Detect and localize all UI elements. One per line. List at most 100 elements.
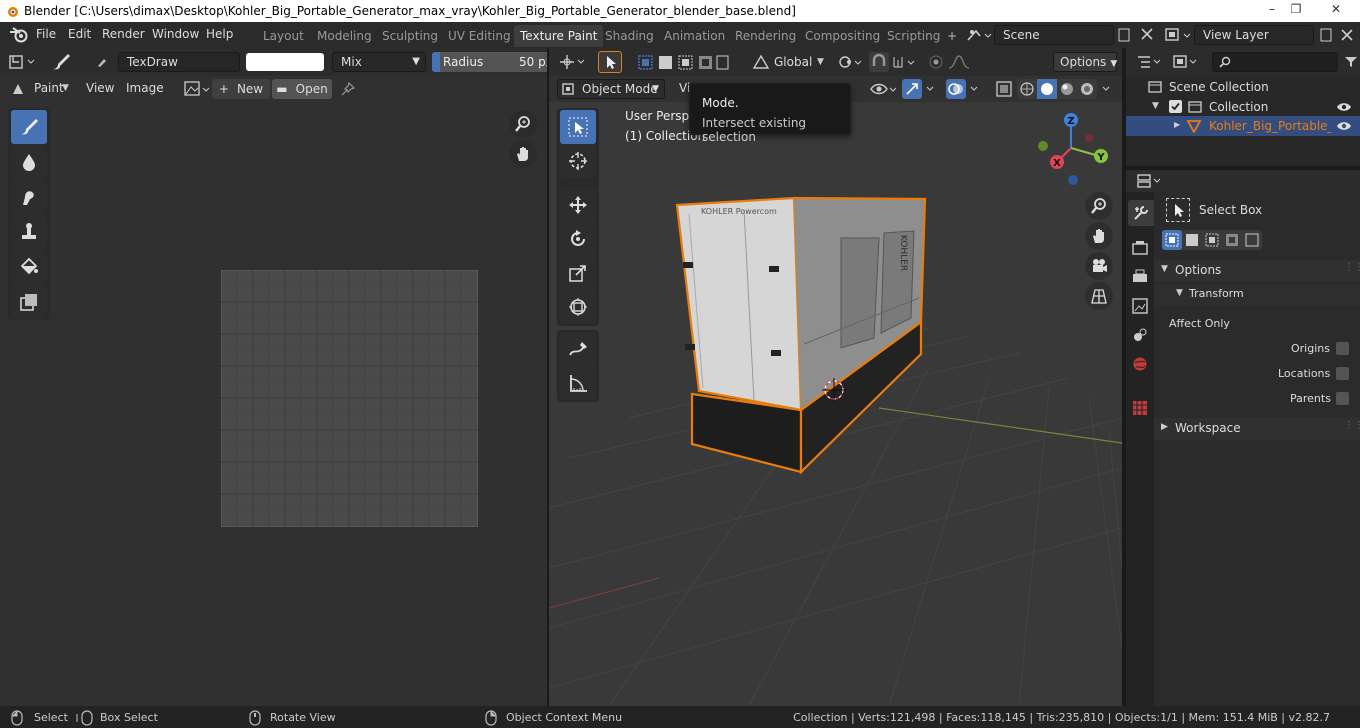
delete-view-layer-icon[interactable] [1340,28,1354,42]
object-mode-select[interactable]: Object Mode ▼ [557,79,665,99]
snap-icon[interactable] [869,52,889,72]
viewport-pan-button[interactable] [1085,222,1113,250]
workspace-panel-header[interactable]: ▶ Workspace ⋮⋮ [1154,418,1360,440]
brush-icon[interactable] [50,52,72,72]
object-expand-icon[interactable]: ▶ [1174,120,1180,129]
tab-layout[interactable]: Layout [257,25,310,47]
3d-viewport[interactable]: KOHLER Powercom KOHLER Global ▼ Options ▼… [549,48,1122,706]
texture-tab-icon[interactable] [1132,400,1148,416]
tab-tool[interactable] [1128,200,1154,226]
mode-select[interactable]: Paint [34,81,64,95]
visibility-icon[interactable] [869,80,897,98]
minimize-button[interactable]: – [1260,0,1284,20]
delete-scene-icon[interactable] [1140,27,1154,41]
select-box-tool[interactable] [560,110,596,144]
eye-icon[interactable] [1336,100,1352,114]
menu-render[interactable]: Render [102,27,145,41]
falloff-icon[interactable] [947,53,975,71]
generator-model[interactable] [675,196,927,475]
new-scene-icon[interactable] [1116,27,1132,43]
measure-tool[interactable] [560,366,596,400]
menu-edit[interactable]: Edit [68,27,91,41]
transform-panel-header[interactable]: ▼ Transform [1154,284,1360,306]
restore-button[interactable]: ❐ [1284,0,1308,20]
tab-animation[interactable]: Animation [658,25,731,47]
viewport-editor-type-icon[interactable] [559,54,587,70]
collection-label[interactable]: Collection [1209,100,1268,114]
tab-modeling[interactable]: Modeling [311,25,378,47]
shading-mode-icons[interactable] [1017,79,1121,99]
brush-browse-icon[interactable] [96,56,108,68]
editor-type-icon[interactable] [8,54,38,70]
locations-checkbox[interactable] [1336,367,1349,380]
filter-icon[interactable] [1344,55,1358,69]
tab-texture-paint[interactable]: Texture Paint [514,25,604,47]
snap-increment-icon[interactable] [892,54,918,70]
object-row-selected[interactable]: ▶ Kohler_Big_Portable_Generator [1126,116,1360,136]
display-mode-icon[interactable] [1172,54,1200,70]
smear-tool[interactable] [11,180,47,214]
output-tab-icon[interactable] [1132,269,1148,285]
outliner-search-input[interactable] [1212,52,1338,72]
view-layer-field[interactable]: View Layer [1194,25,1314,45]
tab-uv-editing[interactable]: UV Editing [442,25,517,47]
mask-tool[interactable] [11,285,47,319]
close-button[interactable]: ✕ [1316,0,1356,20]
new-view-layer-icon[interactable] [1318,27,1334,43]
gizmo-toggle-icon[interactable] [902,79,938,99]
proportional-edit-icon[interactable] [927,53,945,71]
pivot-point-icon[interactable] [837,53,863,71]
scene-tab-icon[interactable] [1132,327,1148,343]
camera-view-button[interactable] [1085,252,1113,280]
xray-toggle-icon[interactable] [995,80,1013,98]
radius-slider[interactable]: Radius 50 px [432,52,547,72]
draw-tool[interactable] [11,110,47,144]
zoom-button[interactable] [509,110,537,138]
collection-checkbox[interactable] [1169,100,1182,113]
tab-sculpting[interactable]: Sculpting [376,25,444,47]
menu-window[interactable]: Window [152,27,199,41]
blender-menu-icon[interactable] [9,26,29,44]
view-layer-icon[interactable] [1164,26,1192,44]
soften-tool[interactable] [11,145,47,179]
open-image-button[interactable]: ▬ Open [272,79,332,99]
transform-orientation-select[interactable]: Global [774,55,812,69]
select-tool-button[interactable] [598,51,622,73]
image-browse-icon[interactable] [183,80,211,98]
fill-tool[interactable] [11,250,47,284]
add-workspace-button[interactable]: + [941,25,963,47]
selection-mode-icons[interactable] [637,53,729,71]
properties-editor-type-icon[interactable] [1136,173,1164,189]
perspective-toggle-button[interactable] [1085,282,1113,310]
tool-mode-icons[interactable] [1162,230,1262,250]
brush-name-field[interactable]: TexDraw [118,52,240,72]
cursor-tool[interactable] [560,144,596,178]
scene-field[interactable]: Scene [994,25,1114,45]
menu-help[interactable]: Help [206,27,233,41]
drag-handle-icon[interactable]: ⋮⋮ [1344,420,1360,431]
transform-tool[interactable] [560,290,596,324]
view-layer-tab-icon[interactable] [1132,298,1148,314]
blend-mode-select[interactable]: Mix ▼ [332,52,426,72]
image-canvas[interactable] [221,270,478,527]
move-tool[interactable] [560,188,596,222]
tab-compositing[interactable]: Compositing [799,25,886,47]
clone-tool[interactable] [11,215,47,249]
tab-shading[interactable]: Shading [599,25,660,47]
scene-collection-label[interactable]: Scene Collection [1169,80,1269,94]
render-tab-icon[interactable] [1132,240,1148,256]
eye-icon[interactable] [1336,119,1352,133]
transform-orientation-icon[interactable] [751,53,771,71]
new-image-button[interactable]: + New [212,79,270,99]
tab-rendering[interactable]: Rendering [729,25,802,47]
parents-checkbox[interactable] [1336,392,1349,405]
origins-checkbox[interactable] [1336,342,1349,355]
navigation-gizmo[interactable]: Z Y X [1033,110,1115,192]
pan-button[interactable] [509,140,537,168]
annotate-tool[interactable] [560,332,596,366]
scene-icon[interactable] [966,27,992,43]
viewport-zoom-button[interactable] [1085,192,1113,220]
world-tab-icon[interactable] [1132,356,1148,372]
overlays-toggle-icon[interactable] [946,79,982,99]
color-swatch[interactable] [246,53,324,71]
